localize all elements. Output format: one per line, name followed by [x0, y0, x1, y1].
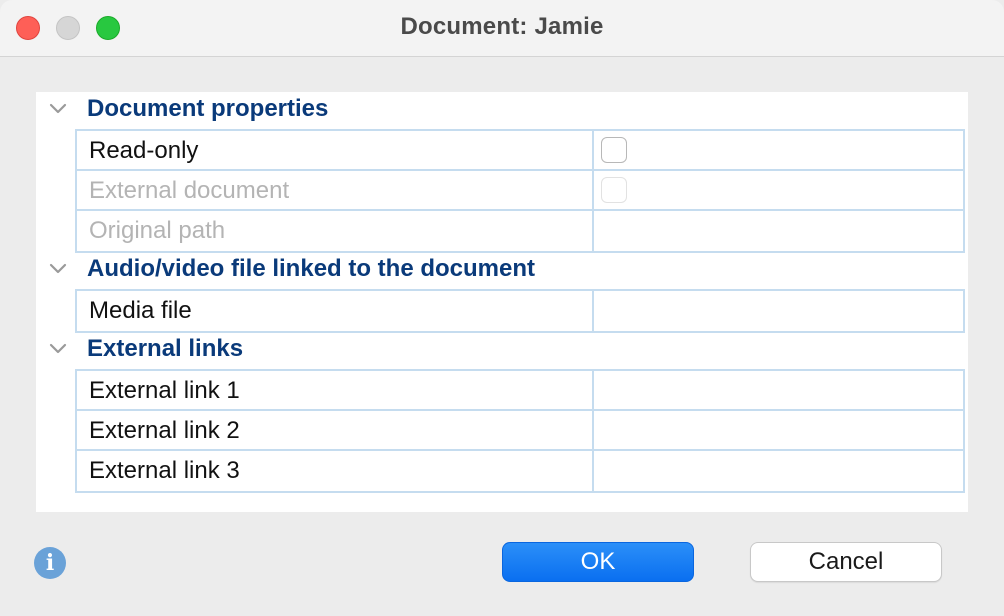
chevron-down-icon[interactable]: [48, 262, 68, 276]
row-label: External document: [89, 177, 290, 204]
grid-row-external-link-1[interactable]: External link 1: [77, 371, 963, 411]
row-label: Media file: [89, 297, 192, 324]
row-label: Original path: [89, 217, 226, 244]
grid-row-media-file[interactable]: Media file: [77, 291, 963, 331]
section-header-document-properties[interactable]: Document properties: [36, 92, 968, 130]
info-icon[interactable]: i: [34, 547, 66, 579]
grid-row-external-document: External document: [77, 171, 963, 211]
section-title: Audio/video file linked to the document: [87, 255, 536, 282]
properties-panel: Document properties Read-only External d…: [36, 92, 968, 512]
ok-button[interactable]: OK: [502, 542, 694, 582]
window-title: Document: Jamie: [400, 13, 604, 40]
external-document-checkbox: [601, 177, 627, 203]
column-divider: [592, 171, 594, 209]
column-divider: [592, 451, 594, 491]
row-label: Read-only: [89, 137, 199, 164]
grid-row-read-only: Read-only: [77, 131, 963, 171]
column-divider: [592, 211, 594, 251]
row-label: External link 1: [89, 377, 240, 404]
properties-grid: Read-only External document Original pat…: [75, 129, 965, 253]
grid-row-external-link-3[interactable]: External link 3: [77, 451, 963, 491]
dialog-window: Document: Jamie Document properties Read…: [0, 0, 1004, 616]
read-only-checkbox[interactable]: [601, 137, 627, 163]
section-title: External links: [87, 335, 244, 362]
column-divider: [592, 371, 594, 409]
grid-row-original-path: Original path: [77, 211, 963, 251]
media-grid: Media file: [75, 289, 965, 333]
chevron-down-icon[interactable]: [48, 102, 68, 116]
external-links-grid: External link 1 External link 2 External…: [75, 369, 965, 493]
cancel-button[interactable]: Cancel: [750, 542, 942, 582]
column-divider: [592, 131, 594, 169]
column-divider: [592, 411, 594, 449]
column-divider: [592, 291, 594, 331]
row-label: External link 3: [89, 457, 240, 484]
title-bar: Document: Jamie: [0, 0, 1004, 57]
section-header-media[interactable]: Audio/video file linked to the document: [36, 252, 968, 290]
section-header-external-links[interactable]: External links: [36, 332, 968, 370]
chevron-down-icon[interactable]: [48, 342, 68, 356]
row-label: External link 2: [89, 417, 240, 444]
grid-row-external-link-2[interactable]: External link 2: [77, 411, 963, 451]
section-title: Document properties: [87, 95, 329, 122]
